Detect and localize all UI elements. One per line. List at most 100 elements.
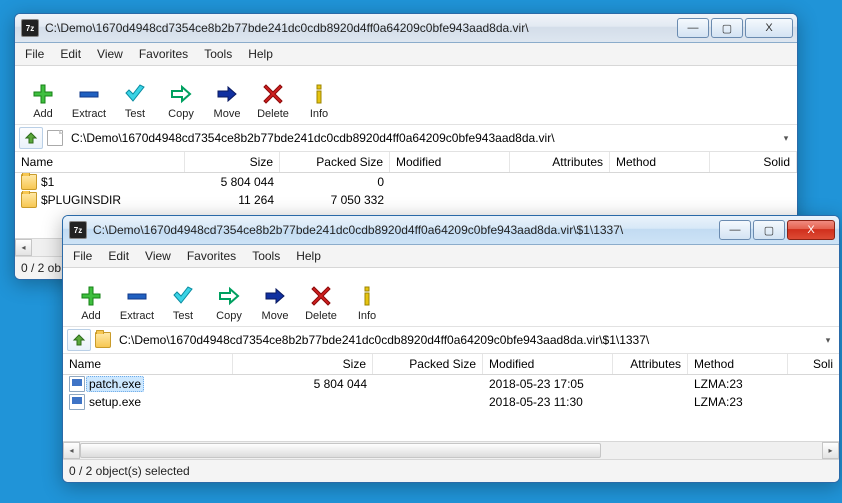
list-item[interactable]: patch.exe 5 804 044 2018-05-23 17:05 LZM…: [63, 375, 839, 393]
toolbar-copy-label: Copy: [216, 310, 242, 322]
toolbar-copy-label: Copy: [168, 108, 194, 120]
toolbar-extract-label: Extract: [120, 310, 154, 322]
close-button[interactable]: X: [745, 18, 793, 38]
col-size[interactable]: Size: [233, 354, 373, 374]
col-method[interactable]: Method: [688, 354, 788, 374]
menu-favorites[interactable]: Favorites: [131, 43, 196, 65]
up-arrow-icon: [72, 333, 86, 347]
info-icon: [307, 82, 331, 106]
col-modified[interactable]: Modified: [390, 152, 510, 172]
scroll-thumb[interactable]: [80, 443, 601, 458]
toolbar-add-label: Add: [33, 108, 53, 120]
menu-view[interactable]: View: [89, 43, 131, 65]
column-headers: Name Size Packed Size Modified Attribute…: [15, 152, 797, 173]
menu-help[interactable]: Help: [240, 43, 281, 65]
scroll-right-icon[interactable]: ▸: [822, 442, 839, 459]
scroll-left-icon[interactable]: ◂: [63, 442, 80, 459]
toolbar-add[interactable]: Add: [69, 284, 113, 322]
toolbar-info-label: Info: [310, 108, 328, 120]
scroll-left-icon[interactable]: ◂: [15, 239, 32, 256]
menu-file[interactable]: File: [65, 245, 100, 267]
minimize-button[interactable]: —: [677, 18, 709, 38]
up-button[interactable]: [67, 329, 91, 351]
col-attributes[interactable]: Attributes: [510, 152, 610, 172]
menu-help[interactable]: Help: [288, 245, 329, 267]
menu-file[interactable]: File: [17, 43, 52, 65]
maximize-button[interactable]: ▢: [711, 18, 743, 38]
window-2: 7z C:\Demo\1670d4948cd7354ce8b2b77bde241…: [62, 215, 840, 483]
toolbar-delete[interactable]: Delete: [299, 284, 343, 322]
menu-favorites[interactable]: Favorites: [179, 245, 244, 267]
arrow-right-icon: [215, 82, 239, 106]
minimize-button[interactable]: —: [719, 220, 751, 240]
menu-view[interactable]: View: [137, 245, 179, 267]
x-icon: [309, 284, 333, 308]
toolbar-test[interactable]: Test: [161, 284, 205, 322]
col-packed[interactable]: Packed Size: [280, 152, 390, 172]
toolbar-move-label: Move: [262, 310, 289, 322]
col-modified[interactable]: Modified: [483, 354, 613, 374]
path-input[interactable]: C:\Demo\1670d4948cd7354ce8b2b77bde241dc0…: [71, 131, 793, 145]
x-icon: [261, 82, 285, 106]
toolbar: Add Extract Test Copy Move: [15, 66, 797, 125]
toolbar-extract[interactable]: Extract: [115, 284, 159, 322]
menu-tools[interactable]: Tools: [244, 245, 288, 267]
toolbar-copy[interactable]: Copy: [159, 82, 203, 120]
list-item[interactable]: $PLUGINSDIR 11 264 7 050 332: [15, 191, 797, 209]
toolbar-extract[interactable]: Extract: [67, 82, 111, 120]
status-text: 0 / 2 ob: [21, 261, 61, 275]
toolbar-move[interactable]: Move: [205, 82, 249, 120]
plus-icon: [79, 284, 103, 308]
col-packed[interactable]: Packed Size: [373, 354, 483, 374]
plus-icon: [31, 82, 55, 106]
info-icon: [355, 284, 379, 308]
toolbar: Add Extract Test Copy Move: [63, 268, 839, 327]
col-name[interactable]: Name: [63, 354, 233, 374]
list-item[interactable]: setup.exe 2018-05-23 11:30 LZMA:23: [63, 393, 839, 411]
arrow-right-icon: [263, 284, 287, 308]
toolbar-info-label: Info: [358, 310, 376, 322]
toolbar-test[interactable]: Test: [113, 82, 157, 120]
toolbar-move-label: Move: [214, 108, 241, 120]
check-icon: [123, 82, 147, 106]
col-name[interactable]: Name: [15, 152, 185, 172]
col-solid[interactable]: Soli: [788, 354, 839, 374]
check-icon: [171, 284, 195, 308]
col-attributes[interactable]: Attributes: [613, 354, 688, 374]
list-item[interactable]: $1 5 804 044 0: [15, 173, 797, 191]
toolbar-copy[interactable]: Copy: [207, 284, 251, 322]
arrow-right-hollow-icon: [169, 82, 193, 106]
horizontal-scrollbar[interactable]: ◂ ▸: [63, 441, 839, 459]
minus-icon: [77, 82, 101, 106]
toolbar-move[interactable]: Move: [253, 284, 297, 322]
toolbar-add[interactable]: Add: [21, 82, 65, 120]
menu-edit[interactable]: Edit: [100, 245, 137, 267]
toolbar-delete[interactable]: Delete: [251, 82, 295, 120]
col-size[interactable]: Size: [185, 152, 280, 172]
col-solid[interactable]: Solid: [710, 152, 797, 172]
path-text: C:\Demo\1670d4948cd7354ce8b2b77bde241dc0…: [71, 131, 775, 145]
titlebar[interactable]: 7z C:\Demo\1670d4948cd7354ce8b2b77bde241…: [63, 216, 839, 245]
folder-icon: [21, 174, 37, 190]
menu-edit[interactable]: Edit: [52, 43, 89, 65]
toolbar-info[interactable]: Info: [297, 82, 341, 120]
path-input[interactable]: C:\Demo\1670d4948cd7354ce8b2b77bde241dc0…: [119, 333, 835, 347]
up-arrow-icon: [24, 131, 38, 145]
file-list[interactable]: patch.exe 5 804 044 2018-05-23 17:05 LZM…: [63, 375, 839, 441]
menu-tools[interactable]: Tools: [196, 43, 240, 65]
path-text: C:\Demo\1670d4948cd7354ce8b2b77bde241dc0…: [119, 333, 817, 347]
toolbar-info[interactable]: Info: [345, 284, 389, 322]
scroll-track[interactable]: [80, 442, 822, 459]
maximize-button[interactable]: ▢: [753, 220, 785, 240]
close-button[interactable]: X: [787, 220, 835, 240]
exe-icon: [69, 376, 85, 392]
titlebar[interactable]: 7z C:\Demo\1670d4948cd7354ce8b2b77bde241…: [15, 14, 797, 43]
chevron-down-icon[interactable]: ▾: [821, 335, 835, 346]
addressbar: C:\Demo\1670d4948cd7354ce8b2b77bde241dc0…: [15, 125, 797, 152]
toolbar-delete-label: Delete: [257, 108, 289, 120]
exe-icon: [69, 394, 85, 410]
col-method[interactable]: Method: [610, 152, 710, 172]
up-button[interactable]: [19, 127, 43, 149]
minus-icon: [125, 284, 149, 308]
chevron-down-icon[interactable]: ▾: [779, 133, 793, 144]
